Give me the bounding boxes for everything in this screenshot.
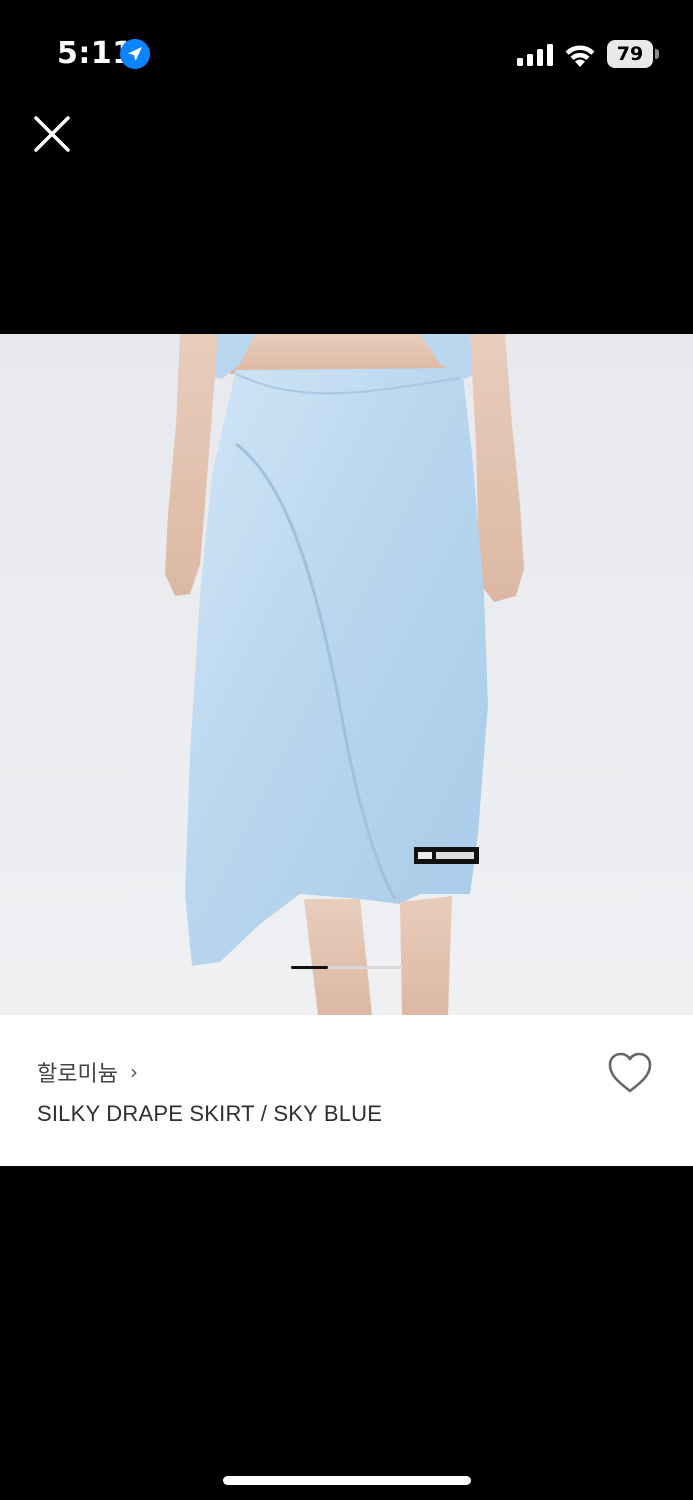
- brand-link[interactable]: 할로미늄 ›: [37, 1056, 138, 1088]
- status-bar: 5:11 79: [0, 0, 693, 110]
- product-info-panel: 할로미늄 › SILKY DRAPE SKIRT / SKY BLUE: [0, 1015, 693, 1166]
- location-arrow-icon: [120, 39, 150, 69]
- battery-icon: 79: [607, 40, 659, 68]
- brand-name: 할로미늄: [37, 1062, 118, 1087]
- battery-level: 79: [616, 43, 644, 65]
- home-indicator[interactable]: [223, 1476, 471, 1485]
- cellular-signal-icon: [517, 44, 553, 66]
- product-photo: [0, 334, 693, 1015]
- heart-outline-icon[interactable]: [606, 1051, 654, 1095]
- battery-cap: [655, 49, 659, 59]
- chevron-right-icon: ›: [129, 1060, 138, 1084]
- carousel-indicator: [291, 966, 403, 969]
- close-icon[interactable]: [30, 112, 74, 156]
- product-image[interactable]: [0, 334, 693, 1015]
- wifi-icon: [565, 45, 595, 67]
- product-name: SILKY DRAPE SKIRT / SKY BLUE: [37, 1101, 383, 1126]
